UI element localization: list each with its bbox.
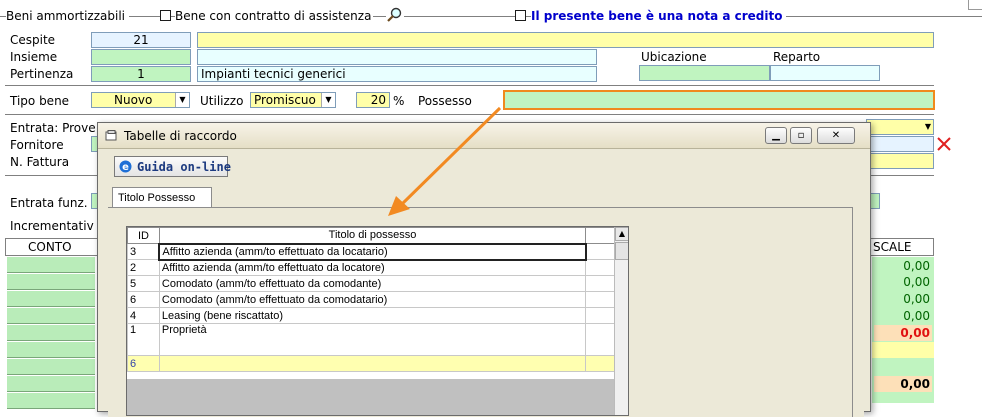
annotation-arrow-line — [398, 106, 502, 208]
annotation-arrow — [388, 106, 502, 216]
